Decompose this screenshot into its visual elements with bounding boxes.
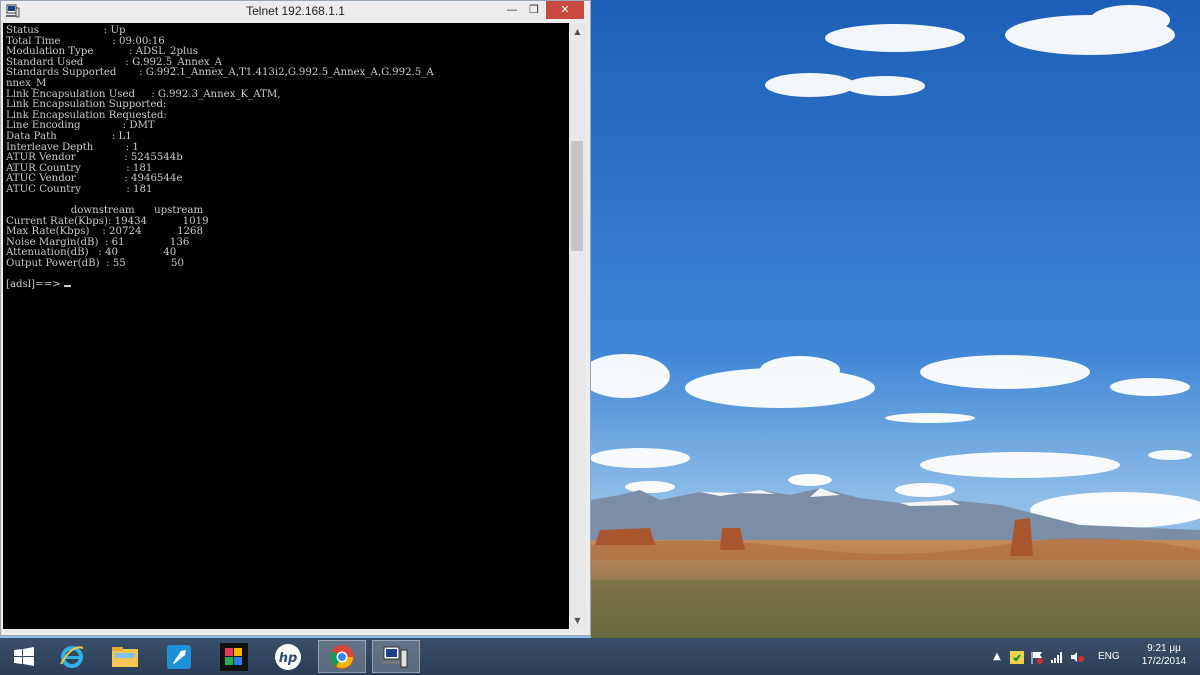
console-line: Modulation Type : ADSL_2plus (6, 46, 199, 58)
chrome-icon (330, 644, 354, 669)
console-line: Line Encoding : DMT (6, 120, 155, 132)
taskbar: hp ▲ ENG 9:21 μμ 17/2/2014 (0, 638, 1200, 675)
console-line: Link Encapsulation Requested: (6, 109, 167, 121)
clock[interactable]: 9:21 μμ 17/2/2014 (1132, 642, 1196, 668)
folder-icon (112, 646, 138, 667)
volume-muted-icon[interactable] (1070, 651, 1084, 663)
picture-app-icon (220, 642, 248, 671)
network-signal-icon[interactable] (1050, 651, 1064, 663)
maximize-button[interactable]: ❐ (521, 1, 547, 19)
taskbar-file-explorer[interactable] (101, 640, 149, 673)
start-button[interactable] (0, 640, 48, 673)
console-line: Link Encapsulation Supported: (6, 99, 167, 111)
console-line: Attenuation(dB) : 40 40 (6, 247, 177, 259)
show-hidden-icons-icon[interactable]: ▲ (990, 651, 1004, 663)
scroll-up-arrow-icon[interactable]: ▲ (569, 23, 586, 40)
scroll-thumb[interactable] (571, 141, 583, 251)
console-line: ATUC Country : 181 (6, 183, 153, 195)
console-line: Output Power(dB) : 55 50 (6, 258, 184, 270)
console-line: ATUR Vendor : 5245544b (6, 152, 183, 164)
console-line: Standard Used : G.992.5_Annex_A (6, 56, 223, 68)
console-line: Standards Supported : G.992.1_Annex_A,T1… (6, 67, 434, 79)
console-line: ATUC Vendor : 4946544e (6, 173, 183, 185)
internet-explorer-icon (60, 645, 84, 668)
system-tray: ▲ ENG 9:21 μμ 17/2/2014 (990, 638, 1200, 675)
console-line: downstream upstream (6, 205, 204, 217)
console-line: Total Time : 09:00:16 (6, 35, 165, 47)
hp-logo-icon: hp (275, 643, 301, 670)
telnet-window[interactable]: Telnet 192.168.1.1 — ❐ ✕ Status : Up Tot… (0, 0, 591, 636)
console-line: Interleave Depth : 1 (6, 141, 139, 153)
taskbar-picture-app[interactable] (210, 640, 258, 673)
console-line: Data Path : L1 (6, 130, 132, 142)
taskbar-hp-app[interactable]: hp (264, 640, 312, 673)
telnet-icon (382, 646, 408, 667)
vertical-scrollbar[interactable]: ▲ ▼ (569, 23, 586, 629)
taskbar-internet-explorer[interactable] (48, 640, 96, 673)
console-line: ATUR Country : 181 (6, 162, 153, 174)
security-shield-icon[interactable] (1010, 651, 1024, 664)
close-button[interactable]: ✕ (546, 1, 584, 19)
console-area[interactable]: Status : Up Total Time : 09:00:16 Modula… (3, 23, 569, 629)
scroll-down-arrow-icon[interactable]: ▼ (569, 612, 586, 629)
console-prompt: [adsl]==> (6, 279, 64, 291)
console-line: Max Rate(Kbps) : 20724 1268 (6, 226, 204, 238)
taskbar-rocket-app[interactable] (155, 640, 203, 673)
clock-date: 17/2/2014 (1141, 656, 1187, 667)
rocket-icon (167, 644, 191, 669)
console-line: Link Encapsulation Used : G.992.3_Annex_… (6, 88, 281, 100)
title-bar[interactable]: Telnet 192.168.1.1 — ❐ ✕ (1, 1, 590, 21)
console-output: Status : Up Total Time : 09:00:16 Modula… (3, 23, 569, 291)
svg-text:hp: hp (279, 651, 298, 666)
clock-time: 9:21 μμ (1147, 643, 1181, 654)
console-line: nnex_M (6, 77, 47, 89)
windows-logo-icon (14, 646, 34, 666)
taskbar-chrome[interactable] (318, 640, 366, 673)
input-language-indicator[interactable]: ENG (1098, 651, 1120, 662)
text-cursor (63, 285, 71, 288)
console-line: Status : Up (6, 25, 126, 36)
action-center-flag-icon[interactable] (1030, 651, 1044, 664)
taskbar-telnet[interactable] (372, 640, 420, 673)
